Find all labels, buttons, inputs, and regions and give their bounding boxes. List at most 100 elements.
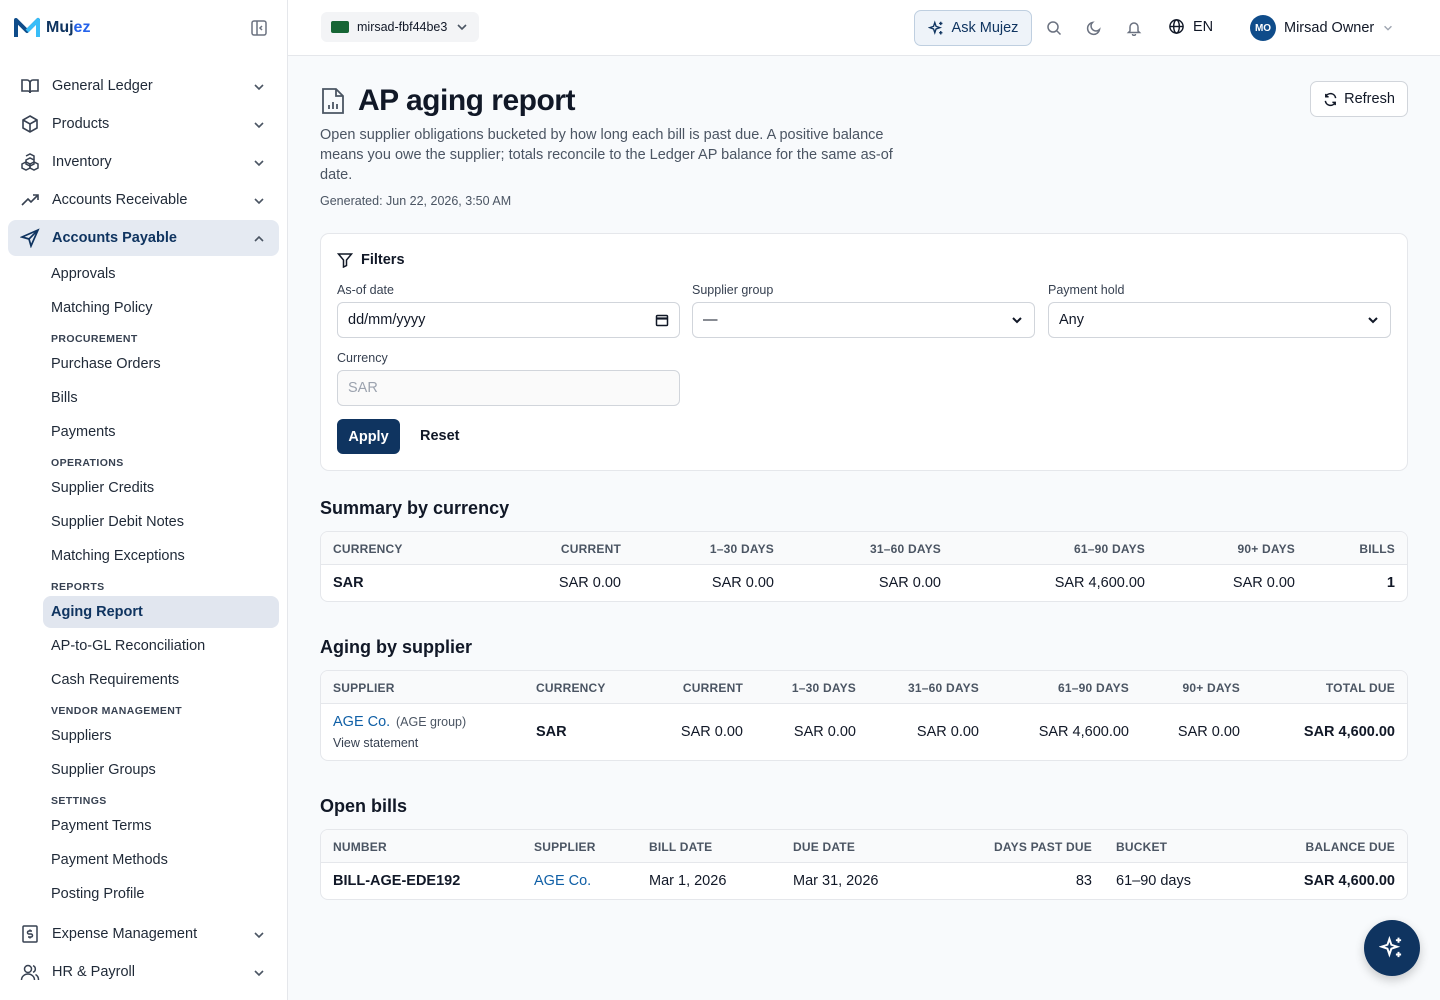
chevron-up-icon <box>252 232 266 246</box>
bell-icon[interactable] <box>1126 20 1142 36</box>
cell-bills: 1 <box>1386 575 1395 591</box>
cell-1-30: SAR 0.00 <box>793 724 856 740</box>
cell-current: SAR 0.00 <box>680 724 743 740</box>
sparkles-icon <box>927 19 945 37</box>
ask-mujez-button[interactable]: Ask Mujez <box>914 10 1032 46</box>
by-supplier-title: Aging by supplier <box>320 637 473 657</box>
section-procurement: PROCUREMENT <box>51 333 138 345</box>
brand-logo[interactable]: Mujez <box>14 16 90 40</box>
chevron-down-icon <box>252 194 266 208</box>
nav-label: Inventory <box>52 154 112 170</box>
sidebar-item-cash-requirements[interactable]: Cash Requirements <box>43 664 279 696</box>
user-name: Mirsad Owner <box>1284 20 1375 36</box>
currency-input[interactable]: SAR <box>337 370 680 406</box>
ask-mujez-label: Ask Mujez <box>951 20 1019 36</box>
sparkles-icon <box>1379 935 1405 961</box>
nav-products[interactable]: Products <box>8 106 279 142</box>
search-icon[interactable] <box>1046 20 1062 36</box>
user-menu[interactable]: MO Mirsad Owner <box>1250 15 1394 41</box>
sidebar-item-posting-profile[interactable]: Posting Profile <box>43 878 279 910</box>
col-61-90: 61–90 DAYS <box>1058 681 1129 695</box>
filters-title: Filters <box>361 252 405 268</box>
table-header: SUPPLIER CURRENCY CURRENT 1–30 DAYS 31–6… <box>321 671 1407 704</box>
sidebar-item-payments[interactable]: Payments <box>43 416 279 448</box>
boxes-icon <box>20 152 40 172</box>
table-row: AGE Co. (AGE group) View statement SAR S… <box>321 704 1407 760</box>
refresh-button[interactable]: Refresh <box>1310 81 1408 117</box>
collapse-sidebar-icon[interactable] <box>250 19 268 37</box>
moon-icon[interactable] <box>1086 20 1102 36</box>
sidebar-item-supplier-debit-notes[interactable]: Supplier Debit Notes <box>43 506 279 538</box>
section-operations: OPERATIONS <box>51 457 124 469</box>
sidebar-item-matching-policy[interactable]: Matching Policy <box>43 292 279 324</box>
sidebar-item-aging-report[interactable]: Aging Report <box>43 596 279 628</box>
sidebar-item-purchase-orders[interactable]: Purchase Orders <box>43 348 279 380</box>
sidebar-item-bills[interactable]: Bills <box>43 382 279 414</box>
sidebar-item-approvals[interactable]: Approvals <box>43 258 279 290</box>
brand-name: Mujez <box>46 19 90 37</box>
sidebar-item-supplier-credits[interactable]: Supplier Credits <box>43 472 279 504</box>
main-content: AP aging report Refresh Open supplier ob… <box>288 57 1440 1000</box>
col-days-past-due: DAYS PAST DUE <box>994 840 1092 854</box>
open-bills-table: NUMBER SUPPLIER BILL DATE DUE DATE DAYS … <box>320 829 1408 900</box>
nav-hr-payroll[interactable]: HR & Payroll <box>8 954 279 990</box>
col-31-60: 31–60 DAYS <box>908 681 979 695</box>
sidebar-item-supplier-groups[interactable]: Supplier Groups <box>43 754 279 786</box>
nav-expense-management[interactable]: Expense Management <box>8 916 279 952</box>
nav-accounts-payable[interactable]: Accounts Payable <box>8 220 279 256</box>
cell-bucket: 61–90 days <box>1116 873 1191 889</box>
as-of-date-value: dd/mm/yyyy <box>348 312 426 328</box>
chevron-down-icon <box>252 80 266 94</box>
sidebar-item-ap-gl-reconciliation[interactable]: AP-to-GL Reconciliation <box>43 630 279 662</box>
sidebar-item-suppliers[interactable]: Suppliers <box>43 720 279 752</box>
currency-label: Currency <box>337 351 388 365</box>
chevron-down-icon <box>455 20 469 34</box>
nav-label: Accounts Receivable <box>52 192 188 208</box>
nav-inventory[interactable]: Inventory <box>8 144 279 180</box>
cell-days-past-due: 83 <box>1075 873 1092 889</box>
col-1-30: 1–30 DAYS <box>791 681 856 695</box>
col-bill-date: BILL DATE <box>649 840 713 854</box>
col-61-90: 61–90 DAYS <box>1074 542 1145 556</box>
org-name: mirsad-fbf44be3 <box>357 20 448 34</box>
sidebar-item-payment-terms[interactable]: Payment Terms <box>43 810 279 842</box>
as-of-date-label: As-of date <box>337 283 394 297</box>
page-description: Open supplier obligations bucketed by ho… <box>320 127 893 183</box>
col-90plus: 90+ DAYS <box>1182 681 1240 695</box>
col-total-due: TOTAL DUE <box>1325 681 1395 695</box>
chevron-down-icon <box>252 156 266 170</box>
col-number: NUMBER <box>333 840 387 854</box>
col-supplier: SUPPLIER <box>534 840 596 854</box>
sidebar-item-matching-exceptions[interactable]: Matching Exceptions <box>43 540 279 572</box>
nav-label: HR & Payroll <box>52 964 135 980</box>
cell-supplier-link[interactable]: AGE Co. <box>534 873 591 889</box>
col-balance-due: BALANCE DUE <box>1305 840 1395 854</box>
as-of-date-input[interactable]: dd/mm/yyyy <box>337 302 680 338</box>
sidebar-item-payment-methods[interactable]: Payment Methods <box>43 844 279 876</box>
chevron-down-icon <box>1010 313 1024 327</box>
language-switcher[interactable]: EN <box>1168 18 1213 35</box>
supplier-group: (AGE group) <box>396 715 467 729</box>
nav-general-ledger[interactable]: General Ledger <box>8 68 279 104</box>
reset-button[interactable]: Reset <box>420 428 460 444</box>
cell-due-date: Mar 31, 2026 <box>793 873 879 889</box>
summary-table: CURRENCY CURRENT 1–30 DAYS 31–60 DAYS 61… <box>320 531 1408 602</box>
org-switcher[interactable]: mirsad-fbf44be3 <box>321 12 480 42</box>
ai-assistant-button[interactable] <box>1364 920 1420 976</box>
supplier-group-label: Supplier group <box>692 283 774 297</box>
view-statement-link[interactable]: View statement <box>333 736 418 750</box>
page-header: AP aging report <box>320 84 575 118</box>
payment-hold-select[interactable]: Any <box>1048 302 1391 338</box>
nav-accounts-receivable[interactable]: Accounts Receivable <box>8 182 279 218</box>
col-supplier: SUPPLIER <box>333 681 395 695</box>
cell-number[interactable]: BILL-AGE-EDE192 <box>333 873 460 889</box>
apply-button[interactable]: Apply <box>337 419 400 454</box>
supplier-group-select[interactable]: — <box>692 302 1035 338</box>
supplier-link[interactable]: AGE Co. <box>333 714 390 730</box>
chevron-down-icon <box>252 966 266 980</box>
users-icon <box>20 962 40 982</box>
table-header: CURRENCY CURRENT 1–30 DAYS 31–60 DAYS 61… <box>321 532 1407 565</box>
table-row: SAR SAR 0.00 SAR 0.00 SAR 0.00 SAR 4,600… <box>321 565 1407 601</box>
report-file-icon <box>320 86 346 116</box>
globe-icon <box>1168 18 1185 35</box>
